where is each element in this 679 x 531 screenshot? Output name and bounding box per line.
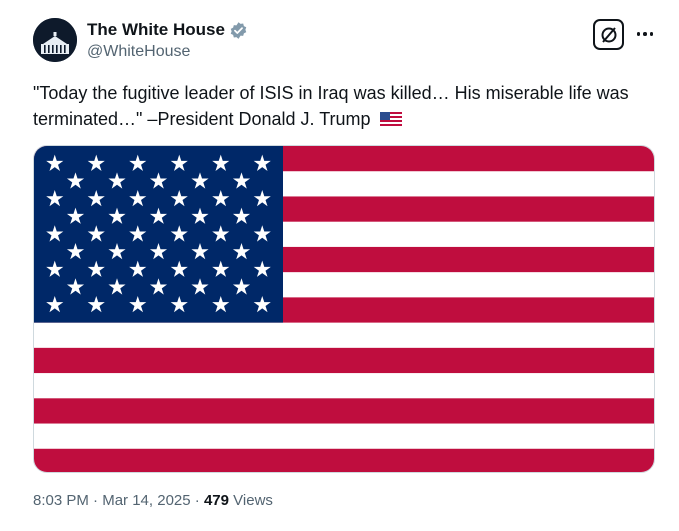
tweet-date[interactable]: Mar 14, 2025: [102, 492, 190, 509]
author-handle[interactable]: @WhiteHouse: [87, 43, 190, 61]
tweet-text-container: "Today the fugitive leader of ISIS in Ir…: [33, 80, 653, 132]
tweet-media-image[interactable]: [33, 145, 655, 473]
meta-separator: ·: [93, 492, 99, 509]
more-options-button[interactable]: [634, 24, 656, 44]
grok-icon: [601, 26, 616, 43]
flag-stripe: [34, 398, 654, 425]
us-flag-emoji-icon: [379, 112, 402, 126]
avatar[interactable]: [33, 18, 77, 62]
views-label: Views: [233, 492, 273, 509]
flag-stripe: [34, 347, 654, 374]
white-house-logo-icon: [33, 18, 77, 62]
verified-badge-icon: [230, 21, 247, 39]
flag-stripe: [34, 423, 654, 450]
flag-stripe: [34, 448, 654, 472]
author-name-row[interactable]: The White House: [87, 20, 248, 40]
flag-stripe: [34, 322, 654, 349]
grok-button[interactable]: [593, 19, 624, 50]
tweet-text: "Today the fugitive leader of ISIS in Ir…: [33, 83, 629, 129]
tweet-meta: 8:03 PM · Mar 14, 2025 · 479 Views: [33, 492, 273, 509]
tweet-time[interactable]: 8:03 PM: [33, 492, 89, 509]
views-count: 479: [203, 492, 229, 509]
us-flag-image: [34, 146, 654, 472]
author-name[interactable]: The White House: [87, 20, 225, 40]
flag-stripe: [34, 373, 654, 399]
meta-separator: ·: [194, 492, 200, 509]
more-icon: [636, 32, 641, 36]
